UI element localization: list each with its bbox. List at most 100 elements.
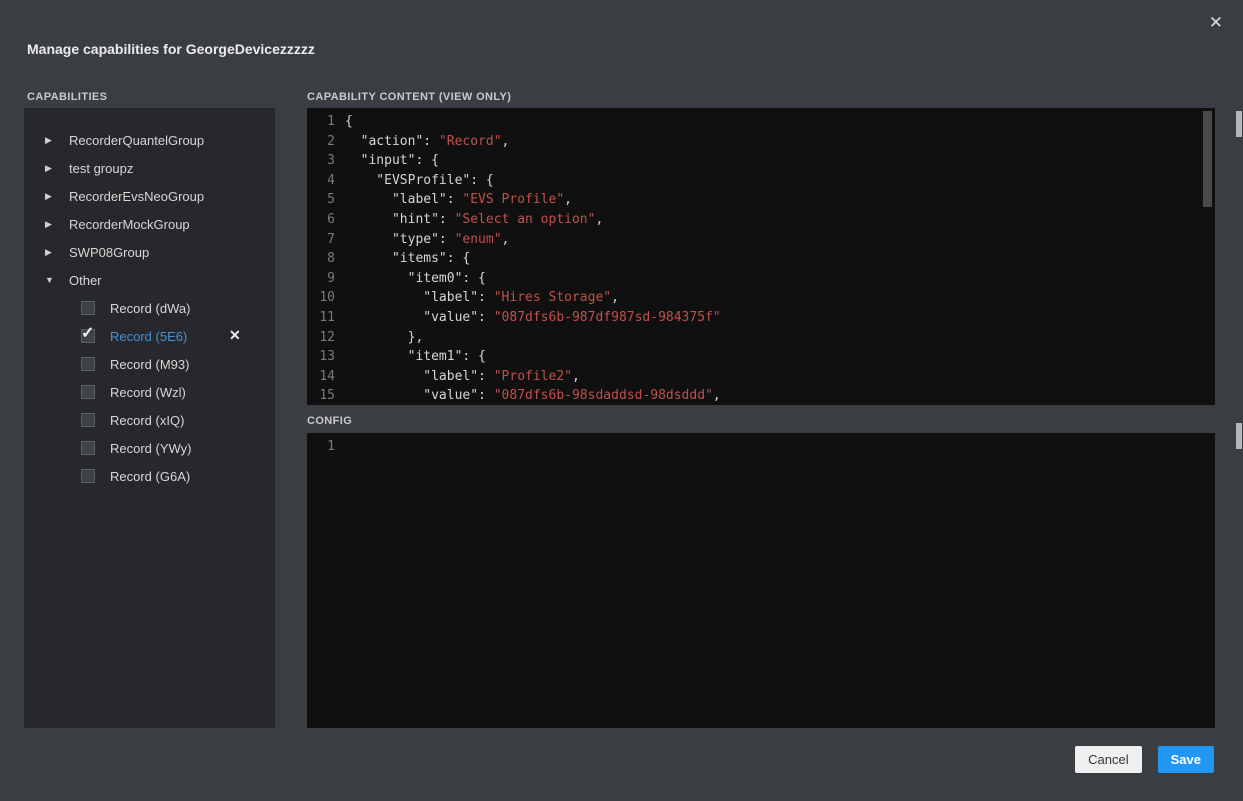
code-text: "input": { bbox=[345, 151, 439, 171]
chevron-right-icon[interactable]: ▶ bbox=[45, 191, 57, 202]
line-number: 13 bbox=[307, 347, 335, 367]
save-button[interactable]: Save bbox=[1158, 746, 1214, 773]
code-line: 14 "label": "Profile2", bbox=[307, 367, 1215, 387]
line-number: 8 bbox=[307, 249, 335, 269]
close-icon[interactable]: ✕ bbox=[1209, 14, 1223, 31]
capability-group-label: SWP08Group bbox=[69, 245, 149, 260]
capability-group-recorderquantelgroup[interactable]: ▶ RecorderQuantelGroup bbox=[24, 126, 275, 154]
line-number: 2 bbox=[307, 132, 335, 152]
chevron-down-icon[interactable]: ▼ bbox=[45, 275, 57, 285]
chevron-right-icon[interactable]: ▶ bbox=[45, 163, 57, 174]
capability-group-other[interactable]: ▼Other bbox=[24, 266, 275, 294]
capability-item[interactable]: Record (G6A) bbox=[24, 462, 275, 490]
line-number: 15 bbox=[307, 386, 335, 405]
code-text: "items": { bbox=[345, 249, 470, 269]
config-heading: CONFIG bbox=[307, 415, 352, 427]
code-line: 2 "action": "Record", bbox=[307, 132, 1215, 152]
capability-checkbox[interactable] bbox=[81, 385, 95, 399]
code-line: 8 "items": { bbox=[307, 249, 1215, 269]
code-line: 13 "item1": { bbox=[307, 347, 1215, 367]
manage-capabilities-dialog: { "modal": { "title": "Manage capabiliti… bbox=[0, 0, 1243, 801]
capability-group-recorderevsneogroup[interactable]: ▶ RecorderEvsNeoGroup bbox=[24, 182, 275, 210]
line-number: 10 bbox=[307, 288, 335, 308]
remove-icon[interactable]: ✕ bbox=[229, 328, 241, 342]
code-line: 15 "value": "087dfs6b-98sdaddsd-98dsddd"… bbox=[307, 386, 1215, 405]
capability-item[interactable]: Record (YWy) bbox=[24, 434, 275, 462]
editor-vertical-scrollbar[interactable] bbox=[1203, 111, 1212, 207]
code-line: 11 "value": "087dfs6b-987df987sd-984375f… bbox=[307, 308, 1215, 328]
code-line: 1 bbox=[307, 437, 1215, 457]
capability-checkbox[interactable] bbox=[81, 357, 95, 371]
capability-item-label: Record (YWy) bbox=[110, 441, 192, 456]
code-line: 9 "item0": { bbox=[307, 269, 1215, 289]
capability-checkbox[interactable] bbox=[81, 469, 95, 483]
dialog-footer: Cancel Save bbox=[1075, 746, 1214, 773]
code-text: "EVSProfile": { bbox=[345, 171, 494, 191]
code-line: 1{ bbox=[307, 112, 1215, 132]
line-number: 6 bbox=[307, 210, 335, 230]
capability-group-label: test groupz bbox=[69, 161, 133, 176]
capability-item-label: Record (5E6) bbox=[110, 329, 187, 344]
code-text: "type": "enum", bbox=[345, 230, 509, 250]
line-number: 1 bbox=[307, 437, 335, 457]
line-number: 14 bbox=[307, 367, 335, 387]
cancel-button[interactable]: Cancel bbox=[1075, 746, 1141, 773]
capability-group-recordermockgroup[interactable]: ▶ RecorderMockGroup bbox=[24, 210, 275, 238]
code-text: "action": "Record", bbox=[345, 132, 509, 152]
capability-item[interactable]: Record (xIQ) bbox=[24, 406, 275, 434]
code-text: "item1": { bbox=[345, 347, 486, 367]
capabilities-heading: CAPABILITIES bbox=[27, 91, 107, 103]
capability-item-label: Record (Wzl) bbox=[110, 385, 186, 400]
code-text: }, bbox=[345, 328, 423, 348]
capability-content-heading: CAPABILITY CONTENT (VIEW ONLY) bbox=[307, 91, 511, 103]
config-editor-lines: 1 bbox=[307, 437, 1215, 457]
capability-item-label: Record (M93) bbox=[110, 357, 189, 372]
chevron-right-icon[interactable]: ▶ bbox=[45, 247, 57, 258]
capability-checkbox-checked[interactable]: ✓ bbox=[81, 329, 95, 343]
code-line: 5 "label": "EVS Profile", bbox=[307, 190, 1215, 210]
config-editor[interactable]: 1 bbox=[307, 433, 1215, 728]
code-line: 10 "label": "Hires Storage", bbox=[307, 288, 1215, 308]
capability-checkbox[interactable] bbox=[81, 301, 95, 315]
line-number: 7 bbox=[307, 230, 335, 250]
line-number: 5 bbox=[307, 190, 335, 210]
capability-group-swp08group[interactable]: ▶ SWP08Group bbox=[24, 238, 275, 266]
line-number: 12 bbox=[307, 328, 335, 348]
code-text: { bbox=[345, 112, 353, 132]
capability-item[interactable]: Record (Wzl) bbox=[24, 378, 275, 406]
capability-item[interactable]: Record (dWa) bbox=[24, 294, 275, 322]
code-line: 7 "type": "enum", bbox=[307, 230, 1215, 250]
capability-group-label: RecorderEvsNeoGroup bbox=[69, 189, 204, 204]
capability-item[interactable]: ✓ Record (5E6) ✕ bbox=[24, 322, 275, 350]
code-line: 4 "EVSProfile": { bbox=[307, 171, 1215, 191]
code-line: 12 }, bbox=[307, 328, 1215, 348]
window-scrollbar-thumb[interactable] bbox=[1236, 111, 1242, 137]
check-icon: ✓ bbox=[81, 323, 94, 343]
line-number: 1 bbox=[307, 112, 335, 132]
capability-item-label: Record (dWa) bbox=[110, 301, 190, 316]
code-text: "label": "EVS Profile", bbox=[345, 190, 572, 210]
line-number: 9 bbox=[307, 269, 335, 289]
code-line: 3 "input": { bbox=[307, 151, 1215, 171]
line-number: 4 bbox=[307, 171, 335, 191]
capability-group-label: RecorderQuantelGroup bbox=[69, 133, 204, 148]
capability-item[interactable]: Record (M93) bbox=[24, 350, 275, 378]
capability-item-label: Record (G6A) bbox=[110, 469, 190, 484]
capability-content-editor[interactable]: 1{2 "action": "Record",3 "input": {4 "EV… bbox=[307, 108, 1215, 405]
capability-checkbox[interactable] bbox=[81, 441, 95, 455]
capability-group-test-groupz[interactable]: ▶ test groupz bbox=[24, 154, 275, 182]
chevron-right-icon[interactable]: ▶ bbox=[45, 219, 57, 230]
line-number: 3 bbox=[307, 151, 335, 171]
code-text: "value": "087dfs6b-98sdaddsd-98dsddd", bbox=[345, 386, 721, 405]
code-text: "hint": "Select an option", bbox=[345, 210, 603, 230]
code-text: "value": "087dfs6b-987df987sd-984375f" bbox=[345, 308, 721, 328]
code-line: 6 "hint": "Select an option", bbox=[307, 210, 1215, 230]
capability-checkbox[interactable] bbox=[81, 413, 95, 427]
capability-group-list: ▶ RecorderQuantelGroup ▶ test groupz ▶ Record… bbox=[24, 108, 275, 728]
code-text: "item0": { bbox=[345, 269, 486, 289]
code-text: "label": "Hires Storage", bbox=[345, 288, 619, 308]
window-scrollbar-thumb[interactable] bbox=[1236, 423, 1242, 449]
dialog-title: Manage capabilities for GeorgeDevicezzzz… bbox=[27, 41, 315, 57]
chevron-right-icon[interactable]: ▶ bbox=[45, 135, 57, 146]
capability-group-label: RecorderMockGroup bbox=[69, 217, 190, 232]
